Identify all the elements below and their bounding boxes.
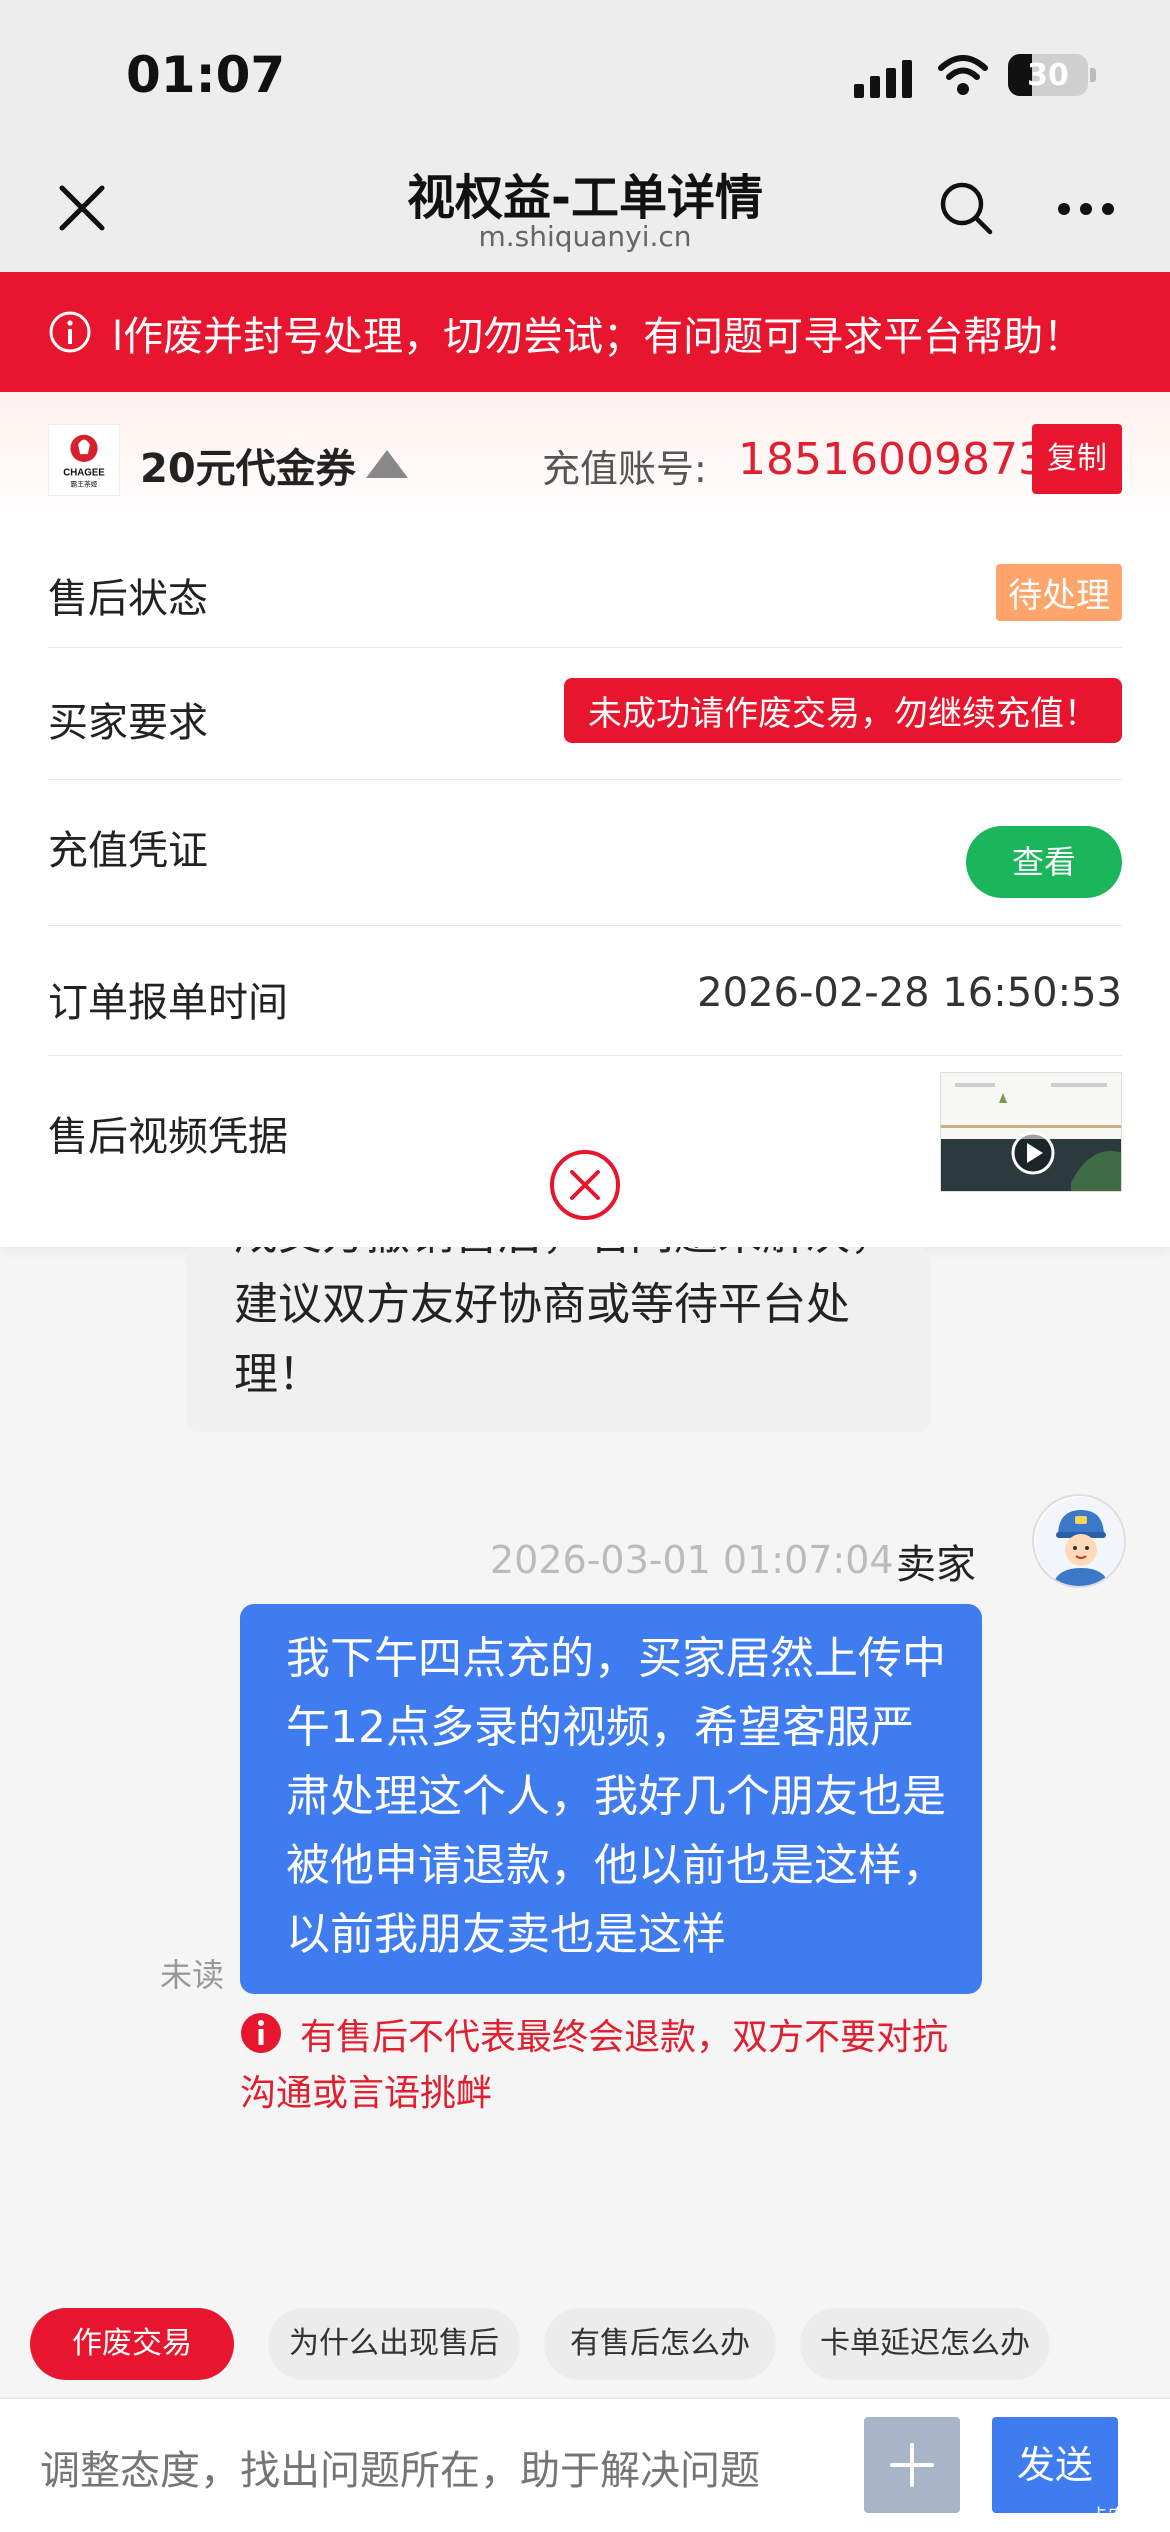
copy-button[interactable]: 复制 xyxy=(1032,424,1122,494)
info-icon xyxy=(49,311,91,353)
status-label: 售后状态 xyxy=(48,576,208,622)
message-input[interactable] xyxy=(40,2425,820,2517)
product-header: CHAGEE 霸王茶姬 20元代金券 充值账号: 18516009873 复制 xyxy=(0,392,1170,528)
seller-message-text: 我下午四点充的，买家居然上传中午12点多录的视频，希望客服严肃处理这个人，我好几… xyxy=(286,1633,946,1960)
seller-message-bubble: 我下午四点充的，买家居然上传中午12点多录的视频，希望客服严肃处理这个人，我好几… xyxy=(240,1604,982,1994)
voucher-label: 充值凭证 xyxy=(48,828,208,874)
seller-avatar[interactable] xyxy=(1032,1494,1126,1588)
buyer-request-badge: 未成功请作废交易，勿继续充值！ xyxy=(564,678,1122,743)
input-bar: 发送 卡农社区 xyxy=(0,2398,1170,2532)
avatar-image xyxy=(1035,1497,1124,1586)
collapse-icon[interactable] xyxy=(366,450,408,478)
chagee-logo: CHAGEE 霸王茶姬 xyxy=(48,424,120,496)
row-status: 售后状态 待处理 xyxy=(48,528,1122,648)
video-thumbnail-image xyxy=(941,1073,1121,1191)
page-url: m.shiquanyi.cn xyxy=(478,220,692,253)
battery-icon: 30 xyxy=(1008,54,1088,96)
search-icon[interactable] xyxy=(938,180,994,236)
system-message-text: 成交方撤销售后，若问题未解决，建议双方友好协商或等待平台处理！ xyxy=(234,1247,894,1400)
product-name: 20元代金券 xyxy=(140,446,356,492)
battery-cap xyxy=(1090,68,1096,82)
nav-bar: 视权益-工单详情 m.shiquanyi.cn xyxy=(0,140,1170,272)
video-thumbnail[interactable] xyxy=(940,1072,1122,1192)
wifi-icon xyxy=(938,55,988,95)
row-order-time: 订单报单时间 2026-02-28 16:50:53 xyxy=(48,926,1122,1056)
chip-why-after-sale[interactable]: 为什么出现售后 xyxy=(268,2308,520,2380)
watermark: 卡农社区 xyxy=(1090,2506,1162,2527)
signal-icon xyxy=(854,58,914,98)
close-circle-icon[interactable] xyxy=(548,1148,622,1222)
account-label: 充值账号: xyxy=(542,447,707,491)
warning-text: 有售后不代表最终会退款，双方不要对抗沟通或言语挑衅 xyxy=(240,2017,949,2114)
order-time-value: 2026-02-28 16:50:53 xyxy=(697,970,1122,1016)
chip-void-transaction[interactable]: 作废交易 xyxy=(30,2308,234,2380)
svg-text:霸王茶姬: 霸王茶姬 xyxy=(70,479,97,488)
video-evidence-label: 售后视频凭据 xyxy=(48,1114,288,1160)
more-icon[interactable] xyxy=(1058,202,1114,216)
warning-banner: l作废并封号处理，切勿尝试；有问题可寻求平台帮助！ xyxy=(0,272,1170,392)
message-time: 2026-03-01 01:07:04 xyxy=(490,1538,894,1582)
banner-text: l作废并封号处理，切勿尝试；有问题可寻求平台帮助！ xyxy=(112,314,1084,360)
row-buyer-request: 买家要求 未成功请作废交易，勿继续充值！ xyxy=(48,648,1122,780)
unread-label: 未读 xyxy=(160,1956,225,1994)
system-message-bubble: 成交方撤销售后，若问题未解决，建议双方友好协商或等待平台处理！ xyxy=(186,1247,930,1432)
status-time: 01:07 xyxy=(126,46,286,104)
plus-button[interactable] xyxy=(864,2417,960,2513)
order-time-label: 订单报单时间 xyxy=(48,980,288,1026)
chip-what-to-do[interactable]: 有售后怎么办 xyxy=(544,2308,776,2380)
battery-level: 30 xyxy=(1027,58,1069,93)
chip-delay[interactable]: 卡单延迟怎么办 xyxy=(800,2308,1050,2380)
send-button[interactable]: 发送 xyxy=(992,2417,1118,2513)
buyer-request-label: 买家要求 xyxy=(48,700,208,746)
page-title: 视权益-工单详情 xyxy=(407,170,763,226)
quick-reply-chips: 作废交易 为什么出现售后 有售后怎么办 卡单延迟怎么办 xyxy=(0,2300,1170,2390)
message-sender: 卖家 xyxy=(896,1542,976,1588)
account-value: 18516009873 xyxy=(738,434,1046,485)
view-voucher-button[interactable]: 查看 xyxy=(966,826,1122,898)
svg-text:CHAGEE: CHAGEE xyxy=(63,468,105,479)
status-badge: 待处理 xyxy=(996,564,1122,621)
status-bar: 01:07 30 xyxy=(0,0,1170,140)
row-voucher: 充值凭证 查看 xyxy=(48,780,1122,926)
